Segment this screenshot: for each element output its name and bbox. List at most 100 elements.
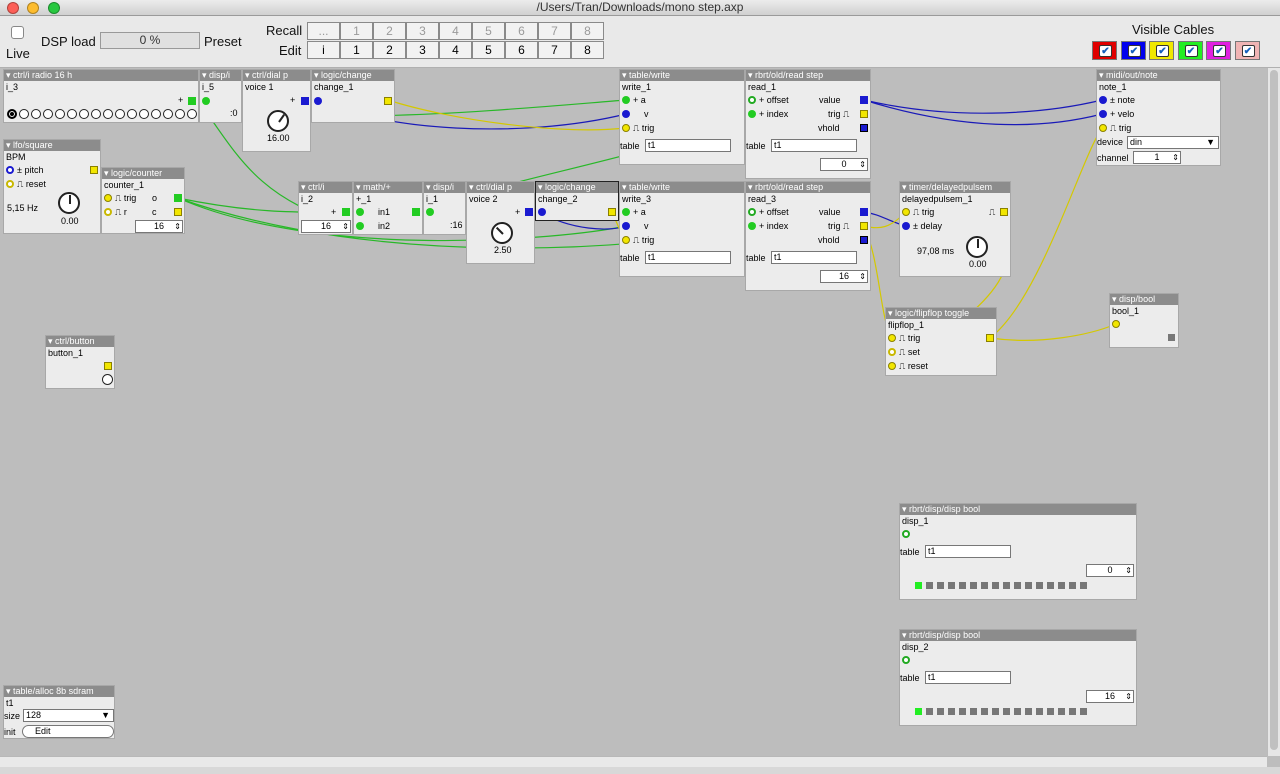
cable-toggle-3[interactable]: ✔ (1177, 41, 1203, 60)
edit-button[interactable]: Edit (22, 725, 114, 738)
recall-cell-2[interactable]: 2 (373, 22, 406, 40)
inlet-port[interactable] (6, 180, 14, 188)
outlet-port[interactable] (860, 208, 868, 216)
inlet-port[interactable] (538, 208, 546, 216)
outlet-port[interactable] (860, 124, 868, 132)
inlet-port[interactable] (1099, 124, 1107, 132)
edit-cell-7[interactable]: 7 (538, 41, 571, 59)
edit-cell-6[interactable]: 6 (505, 41, 538, 59)
table-write-object[interactable]: ▾ table/write write_3 + a v ⎍ trig table… (619, 181, 745, 277)
outlet-port[interactable] (104, 362, 112, 370)
inlet-port[interactable] (1099, 96, 1107, 104)
outlet-port[interactable] (188, 97, 196, 105)
inlet-port[interactable] (748, 110, 756, 118)
delay-knob[interactable] (966, 236, 988, 258)
inlet-port[interactable] (748, 208, 756, 216)
counter-object[interactable]: ▾ logic/counter counter_1 ⎍ trig o ⎍ r c… (101, 167, 185, 234)
inlet-port[interactable] (356, 208, 364, 216)
outlet-port[interactable] (860, 96, 868, 104)
inlet-port[interactable] (622, 96, 630, 104)
radio-button-12[interactable] (151, 109, 161, 119)
outlet-port[interactable] (986, 334, 994, 342)
lfo-object[interactable]: ▾ lfo/square BPM ± pitch ⎍ reset 5,15 Hz… (3, 139, 101, 234)
outlet-port[interactable] (342, 208, 350, 216)
inlet-port[interactable] (622, 208, 630, 216)
inlet-port[interactable] (1099, 110, 1107, 118)
table-name-field[interactable]: t1 (771, 139, 857, 152)
radio-button-2[interactable] (31, 109, 41, 119)
recall-cell-6[interactable]: 6 (505, 22, 538, 40)
patch-canvas[interactable]: ▾ ctrl/i radio 16 h i_3 + ▾ disp/i i_5 :… (0, 68, 1267, 756)
edit-cell-3[interactable]: 3 (406, 41, 439, 59)
recall-cell-7[interactable]: 7 (538, 22, 571, 40)
radio-button-4[interactable] (55, 109, 65, 119)
radio-button-8[interactable] (103, 109, 113, 119)
table-alloc-object[interactable]: ▾ table/alloc 8b sdram t1 size 128 ▼ init… (3, 685, 115, 739)
offset-spinner[interactable]: 0 ⇕ (1086, 564, 1134, 577)
disp-i-object[interactable]: ▾ disp/i i_5 :0 (199, 69, 242, 123)
outlet-port[interactable] (860, 236, 868, 244)
inlet-port[interactable] (748, 96, 756, 104)
inlet-port[interactable] (104, 194, 112, 202)
dial-knob[interactable] (491, 222, 513, 244)
dial-knob[interactable] (267, 110, 289, 132)
radio-button-10[interactable] (127, 109, 137, 119)
recall-cell-8[interactable]: 8 (571, 22, 604, 40)
recall-cell-1[interactable]: 1 (340, 22, 373, 40)
close-icon[interactable] (7, 2, 19, 14)
flipflop-object[interactable]: ▾ logic/flipflop toggle flipflop_1 ⎍ tri… (885, 307, 997, 376)
table-write-object[interactable]: ▾ table/write write_1 + a v ⎍ trig table… (619, 69, 745, 165)
offset-spinner[interactable]: 16 ⇕ (820, 270, 868, 283)
outlet-port[interactable] (412, 208, 420, 216)
size-select[interactable]: 128 ▼ (23, 709, 114, 722)
ctrl-i-object[interactable]: ▾ ctrl/i i_2 + 16 ⇕ (298, 181, 353, 235)
table-name-field[interactable]: t1 (771, 251, 857, 264)
read-step-object[interactable]: ▾ rbrt/old/read step read_1 + offset val… (745, 69, 871, 179)
inlet-port[interactable] (202, 97, 210, 105)
offset-spinner[interactable]: 0 ⇕ (820, 158, 868, 171)
cable-toggle-1[interactable]: ✔ (1120, 41, 1146, 60)
radio-button-13[interactable] (163, 109, 173, 119)
scroll-thumb[interactable] (1270, 70, 1278, 750)
table-name-field[interactable]: t1 (645, 139, 731, 152)
outlet-port[interactable] (90, 166, 98, 174)
inlet-port[interactable] (888, 334, 896, 342)
vertical-scrollbar[interactable] (1267, 68, 1280, 756)
inlet-port[interactable] (104, 208, 112, 216)
midi-out-object[interactable]: ▾ midi/out/note note_1 ± note + velo ⎍ t… (1096, 69, 1221, 166)
cable-toggle-2[interactable]: ✔ (1149, 41, 1174, 60)
outlet-port[interactable] (301, 97, 309, 105)
inlet-port[interactable] (902, 222, 910, 230)
outlet-port[interactable] (525, 208, 533, 216)
inlet-port[interactable] (902, 208, 910, 216)
math-plus-object[interactable]: ▾ math/+ +_1 in1 in2 (353, 181, 423, 235)
inlet-port[interactable] (6, 166, 14, 174)
disp-bool-table-object[interactable]: ▾ rbrt/disp/disp bool disp_2 table t1 16… (899, 629, 1137, 726)
outlet-port[interactable] (174, 208, 182, 216)
radio-button-6[interactable] (79, 109, 89, 119)
device-select[interactable]: din ▼ (1127, 136, 1219, 149)
count-spinner[interactable]: 16 ⇕ (135, 220, 183, 233)
inlet-port[interactable] (622, 124, 630, 132)
table-name-field[interactable]: t1 (925, 545, 1011, 558)
recall-cell-4[interactable]: 4 (439, 22, 472, 40)
edit-cell-0[interactable]: i (307, 41, 340, 59)
inlet-port[interactable] (622, 236, 630, 244)
inlet-port[interactable] (622, 222, 630, 230)
outlet-port[interactable] (1000, 208, 1008, 216)
live-checkbox[interactable] (11, 26, 24, 39)
disp-bool-table-object[interactable]: ▾ rbrt/disp/disp bool disp_1 table t1 0 ⇕ (899, 503, 1137, 600)
radio-button-3[interactable] (43, 109, 53, 119)
edit-cell-1[interactable]: 1 (340, 41, 373, 59)
inlet-port[interactable] (902, 530, 910, 538)
table-name-field[interactable]: t1 (645, 251, 731, 264)
cable-toggle-4[interactable]: ✔ (1206, 41, 1231, 60)
dial-object[interactable]: ▾ ctrl/dial p voice 1 + 16.00 (242, 69, 311, 152)
outlet-port[interactable] (860, 222, 868, 230)
inlet-port[interactable] (748, 222, 756, 230)
channel-spinner[interactable]: 1 ⇕ (1133, 151, 1181, 164)
delayed-pulse-object[interactable]: ▾ timer/delayedpulsem delayedpulsem_1 ⎍ … (899, 181, 1011, 277)
inlet-port[interactable] (314, 97, 322, 105)
inlet-port[interactable] (888, 348, 896, 356)
recall-cell-5[interactable]: 5 (472, 22, 505, 40)
